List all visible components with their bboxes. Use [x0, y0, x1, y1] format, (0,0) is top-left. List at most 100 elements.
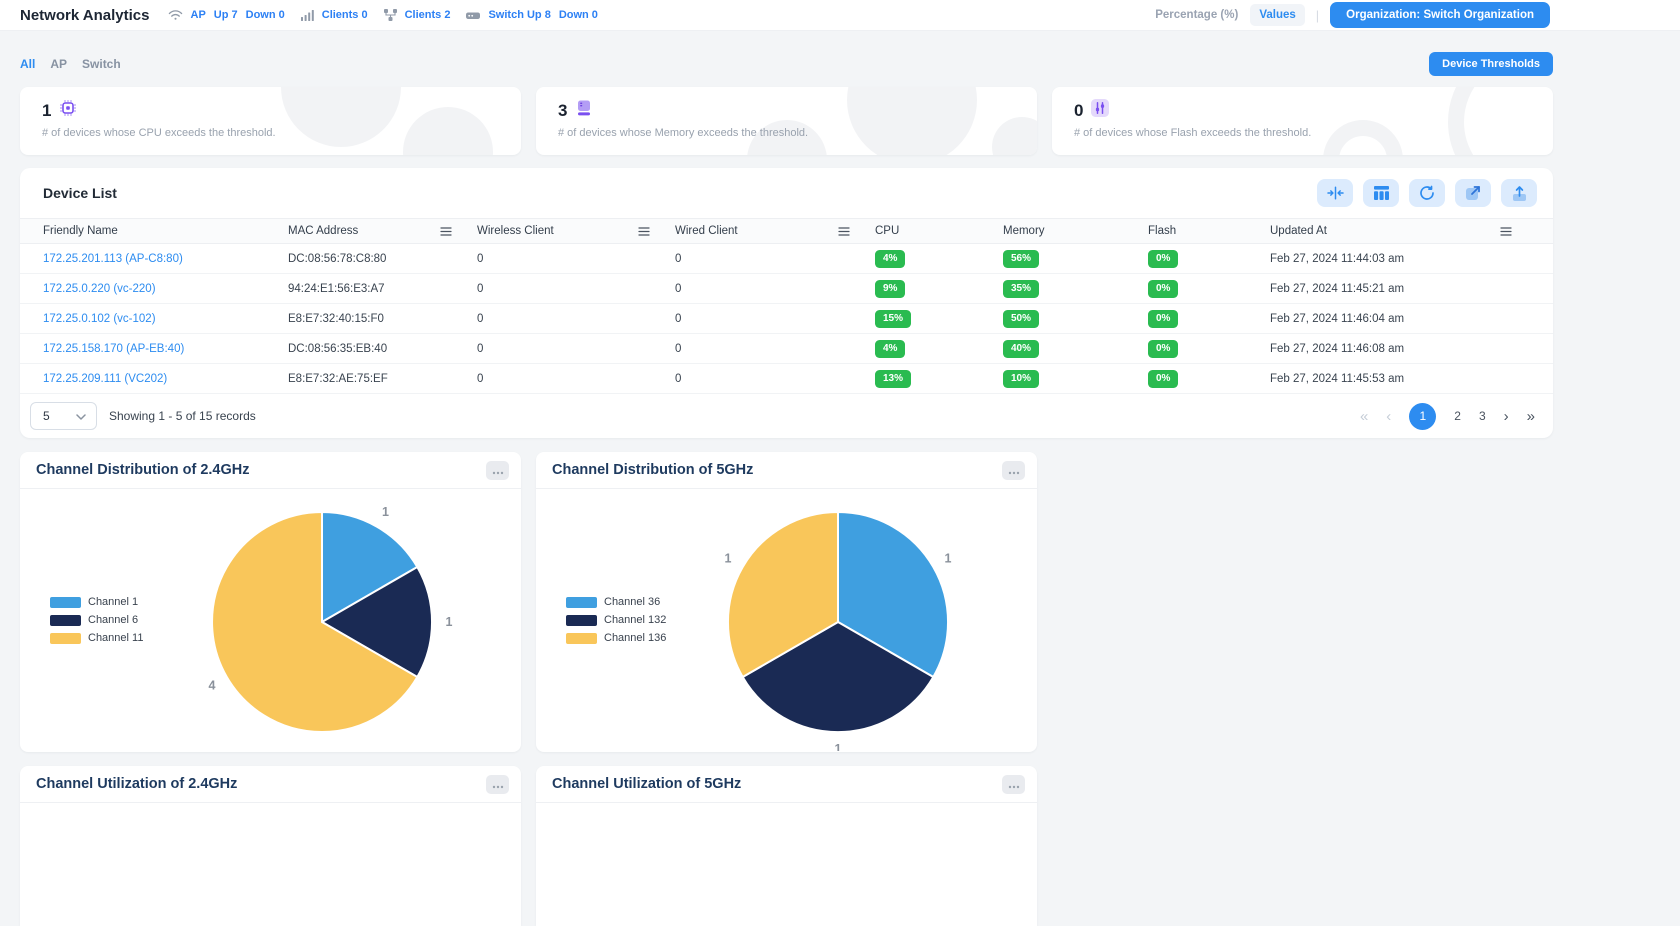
column-menu-button[interactable]	[1500, 227, 1512, 236]
chart-title: Channel Distribution of 2.4GHz	[36, 462, 249, 478]
channel-distribution-24ghz-card: Channel Distribution of 2.4GHz Channel 1…	[20, 452, 521, 752]
status-item[interactable]: APUp 7Down 0	[168, 9, 285, 21]
collapse-icon	[1327, 186, 1344, 200]
cpu-badge: 13%	[875, 370, 1003, 388]
legend-label: Channel 1	[88, 596, 138, 608]
column-menu-button[interactable]	[838, 227, 850, 236]
chart-title: Channel Distribution of 5GHz	[552, 462, 753, 478]
page-size-select[interactable]: 5	[30, 402, 97, 430]
legend-item[interactable]: Channel 6	[50, 614, 143, 626]
cpu-badge: 15%	[875, 310, 1003, 328]
memory-badge: 56%	[1003, 250, 1148, 268]
legend-item[interactable]: Channel 1	[50, 596, 143, 608]
table-row: 172.25.158.170 (AP-EB:40)DC:08:56:35:EB:…	[20, 334, 1553, 364]
status-text: Switch Up 8	[488, 9, 550, 21]
summary-cards-row: 1 # of devices whose CPU exceeds the thr…	[20, 87, 1553, 155]
legend-item[interactable]: Channel 11	[50, 632, 143, 644]
device-thresholds-button[interactable]: Device Thresholds	[1429, 52, 1553, 76]
cpu-exceed-count: 1	[42, 101, 51, 121]
device-list-panel: Device List Friendly NameMAC AddressWire…	[20, 168, 1553, 438]
pie-chart-24ghz: Channel 1Channel 6Channel 11114	[20, 489, 521, 751]
cpu-badge: 9%	[875, 280, 905, 298]
table-row: 172.25.209.111 (VC202)E8:E7:32:AE:75:EF0…	[20, 364, 1553, 394]
tab-ap[interactable]: AP	[50, 57, 67, 71]
pager-first-button[interactable]: «	[1360, 409, 1368, 424]
tab-all[interactable]: All	[20, 57, 35, 71]
status-item[interactable]: Clients 2	[384, 9, 451, 21]
legend-label: Channel 136	[604, 632, 666, 644]
ellipsis-icon	[492, 777, 504, 792]
column-menu-button[interactable]	[440, 227, 452, 236]
column-header-actions	[1500, 219, 1537, 243]
flash-badge: 0%	[1148, 280, 1270, 298]
legend-item[interactable]: Channel 36	[566, 596, 666, 608]
column-header-flash: Flash	[1148, 219, 1270, 243]
updated-at-cell: Feb 27, 2024 11:45:21 am	[1270, 283, 1500, 295]
channel-utilization-24ghz-card: Channel Utilization of 2.4GHz	[20, 766, 521, 926]
columns-button[interactable]	[1363, 179, 1399, 207]
device-table-body: 172.25.201.113 (AP-C8:80)DC:08:56:78:C8:…	[20, 244, 1553, 394]
open-external-icon	[1465, 185, 1481, 201]
pie-chart-5ghz: Channel 36Channel 132Channel 136111	[536, 489, 1037, 751]
export-icon	[1512, 185, 1527, 201]
updated-at-cell: Feb 27, 2024 11:44:03 am	[1270, 253, 1500, 265]
table-row: 172.25.201.113 (AP-C8:80)DC:08:56:78:C8:…	[20, 244, 1553, 274]
device-name-link[interactable]: 172.25.0.220 (vc-220)	[43, 283, 288, 295]
pager: « ‹ 1 2 3 › »	[1360, 403, 1535, 430]
pager-page-1[interactable]: 1	[1409, 403, 1436, 430]
column-header-friendly-name: Friendly Name	[43, 219, 288, 243]
open-external-button[interactable]	[1455, 179, 1491, 207]
organization-button[interactable]: Organization: Switch Organization	[1330, 2, 1550, 28]
more-options-button[interactable]	[1002, 775, 1025, 794]
toggle-values[interactable]: Values	[1250, 4, 1304, 26]
flash-badge: 0%	[1148, 310, 1178, 328]
channel-utilization-5ghz-card: Channel Utilization of 5GHz	[536, 766, 1037, 926]
channel-distribution-5ghz-card: Channel Distribution of 5GHz Channel 36 C…	[536, 452, 1037, 752]
pager-page-2[interactable]: 2	[1454, 409, 1461, 423]
device-list-toolbar	[1317, 179, 1537, 207]
wired-client-cell: 0	[675, 253, 875, 265]
more-options-button[interactable]	[486, 461, 509, 480]
memory-badge: 50%	[1003, 310, 1039, 328]
export-button[interactable]	[1501, 179, 1537, 207]
menu-icon	[838, 227, 850, 236]
column-menu-button[interactable]	[638, 227, 650, 236]
legend-item[interactable]: Channel 132	[566, 614, 666, 626]
device-name-link[interactable]: 172.25.209.111 (VC202)	[43, 373, 288, 385]
wired-client-cell: 0	[675, 343, 875, 355]
flash-card-description: # of devices whose Flash exceeds the thr…	[1074, 127, 1531, 139]
more-options-button[interactable]	[1002, 461, 1025, 480]
legend-item[interactable]: Channel 136	[566, 632, 666, 644]
memory-badge: 40%	[1003, 340, 1039, 358]
tab-switch[interactable]: Switch	[82, 57, 121, 71]
cpu-icon	[59, 99, 77, 122]
pagination-bar: 5 Showing 1 - 5 of 15 records « ‹ 1 2 3 › »	[20, 394, 1553, 438]
pager-page-3[interactable]: 3	[1479, 409, 1486, 423]
pager-last-button[interactable]: »	[1527, 409, 1535, 424]
more-options-button[interactable]	[486, 775, 509, 794]
wireless-client-cell: 0	[477, 343, 675, 355]
distribution-charts-row: Channel Distribution of 2.4GHz Channel 1…	[20, 452, 1553, 752]
pager-next-button[interactable]: ›	[1504, 409, 1509, 424]
memory-exceed-count: 3	[558, 101, 567, 121]
pager-prev-button[interactable]: ‹	[1386, 409, 1391, 424]
status-item[interactable]: Switch Up 8Down 0	[466, 9, 597, 21]
menu-icon	[1500, 227, 1512, 236]
refresh-button[interactable]	[1409, 179, 1445, 207]
memory-badge: 10%	[1003, 370, 1039, 388]
mac-address-cell: E8:E7:32:40:15:F0	[288, 313, 477, 325]
cpu-badge: 4%	[875, 340, 1003, 358]
device-name-link[interactable]: 172.25.201.113 (AP-C8:80)	[43, 253, 288, 265]
records-summary: Showing 1 - 5 of 15 records	[109, 409, 256, 423]
status-item[interactable]: Clients 0	[301, 9, 368, 21]
toggle-percentage[interactable]: Percentage (%)	[1155, 9, 1238, 21]
cpu-badge: 4%	[875, 250, 905, 268]
flash-badge: 0%	[1148, 310, 1270, 328]
mac-address-cell: 94:24:E1:56:E3:A7	[288, 283, 477, 295]
device-name-link[interactable]: 172.25.0.102 (vc-102)	[43, 313, 288, 325]
collapse-button[interactable]	[1317, 179, 1353, 207]
flash-badge: 0%	[1148, 250, 1270, 268]
column-label: Flash	[1148, 225, 1176, 237]
switch-icon	[466, 10, 480, 21]
device-name-link[interactable]: 172.25.158.170 (AP-EB:40)	[43, 343, 288, 355]
